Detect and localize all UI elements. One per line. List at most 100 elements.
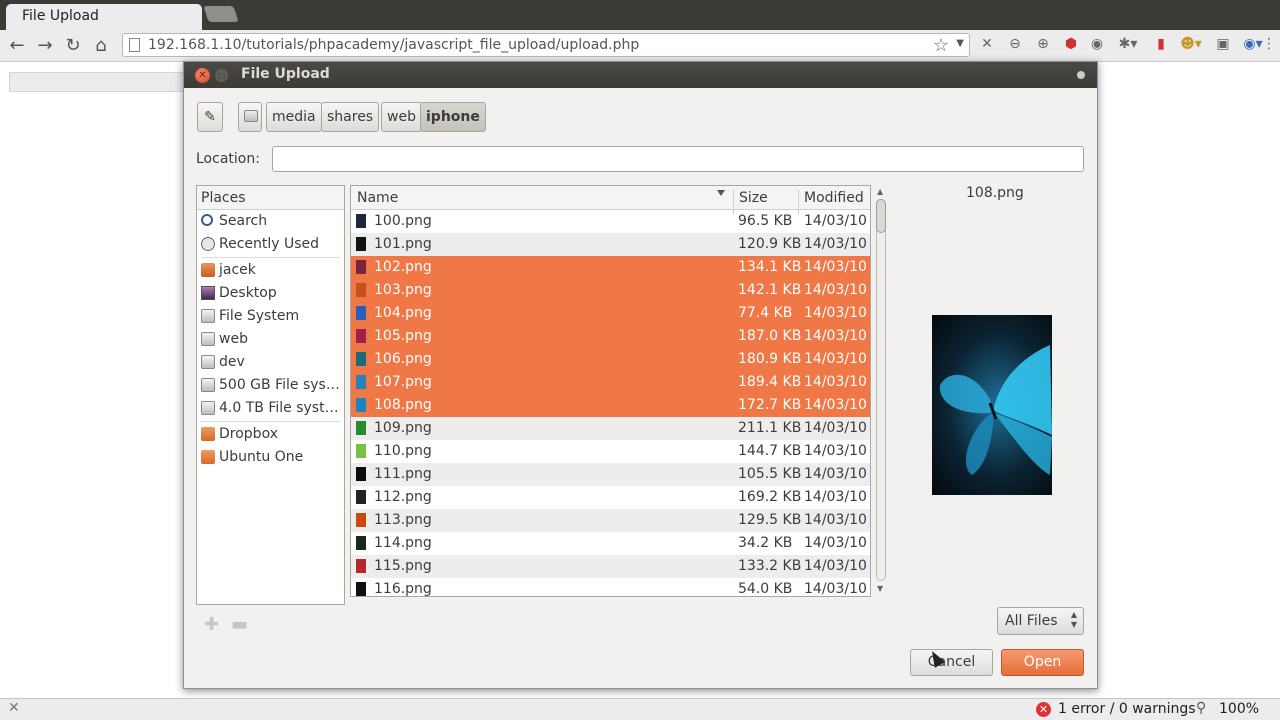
place-web[interactable]: web — [197, 328, 344, 351]
extension-menu-icon[interactable]: ✱▾ — [1114, 35, 1142, 53]
stop-icon[interactable]: ✕ — [978, 35, 996, 53]
location-input[interactable] — [272, 146, 1084, 172]
file-row[interactable]: 106.png 180.9 KB 14/03/10 — [351, 348, 870, 371]
image-preview — [932, 315, 1052, 495]
open-button[interactable]: Open — [1001, 649, 1084, 676]
place-recently-used[interactable]: Recently Used — [197, 233, 344, 256]
file-row[interactable]: 116.png 54.0 KB 14/03/10 — [351, 578, 870, 597]
forward-icon[interactable]: → — [33, 34, 57, 58]
file-modified: 14/03/10 — [804, 259, 867, 275]
file-name: 105.png — [374, 328, 432, 344]
error-count[interactable]: 1 error / 0 warnings — [1058, 701, 1196, 717]
reload-icon[interactable]: ↻ — [61, 34, 85, 58]
scroll-down-icon[interactable]: ▼ — [877, 584, 883, 593]
file-list-scrollbar[interactable]: ▲ ▼ — [874, 185, 888, 598]
file-row[interactable]: 103.png 142.1 KB 14/03/10 — [351, 279, 870, 302]
path-crumb-media[interactable]: media — [266, 102, 322, 132]
file-row[interactable]: 105.png 187.0 KB 14/03/10 — [351, 325, 870, 348]
scroll-track[interactable] — [876, 199, 886, 581]
extension-icon[interactable]: ◉ — [1088, 35, 1106, 53]
drive-icon — [201, 309, 215, 323]
file-row[interactable]: 107.png 189.4 KB 14/03/10 — [351, 371, 870, 394]
file-row[interactable]: 102.png 134.1 KB 14/03/10 — [351, 256, 870, 279]
file-row[interactable]: 114.png 34.2 KB 14/03/10 — [351, 532, 870, 555]
folder-icon — [201, 450, 215, 464]
page-icon — [129, 38, 140, 52]
place-search[interactable]: Search — [197, 210, 344, 233]
browser-tab[interactable]: File Upload — [6, 4, 202, 30]
path-crumb-iphone[interactable]: iphone — [420, 102, 486, 132]
file-row[interactable]: 109.png 211.1 KB 14/03/10 — [351, 417, 870, 440]
remove-bookmark-icon[interactable]: ▬ — [231, 614, 248, 635]
path-crumb-shares[interactable]: shares — [321, 102, 380, 132]
bookmark-star-icon[interactable]: ☆ — [933, 35, 949, 56]
scroll-thumb[interactable] — [876, 199, 886, 233]
error-icon[interactable]: ✕ — [1036, 702, 1051, 717]
close-icon[interactable]: ✕ — [195, 68, 210, 83]
column-size-header[interactable]: Size — [739, 190, 768, 206]
file-modified: 14/03/10 — [804, 236, 867, 252]
edit-location-button[interactable]: ✎ — [197, 102, 223, 132]
menu-icon[interactable]: ⋮ — [1262, 35, 1276, 53]
file-row[interactable]: 113.png 129.5 KB 14/03/10 — [351, 509, 870, 532]
scroll-up-icon[interactable]: ▲ — [877, 187, 883, 196]
places-panel: Places Search Recently Used jacek Deskto… — [196, 185, 345, 605]
search-icon — [201, 214, 213, 226]
file-row[interactable]: 101.png 120.9 KB 14/03/10 — [351, 233, 870, 256]
file-modified: 14/03/10 — [804, 374, 867, 390]
address-bar[interactable]: 192.168.1.10/tutorials/phpacademy/javasc… — [122, 33, 970, 57]
place-dev[interactable]: dev — [197, 351, 344, 374]
file-row[interactable]: 100.png 96.5 KB 14/03/10 — [351, 210, 870, 233]
close-status-icon[interactable]: ✕ — [8, 700, 20, 716]
file-row[interactable]: 111.png 105.5 KB 14/03/10 — [351, 463, 870, 486]
home-folder-icon — [201, 263, 215, 277]
chevron-down-icon[interactable]: ▼ — [956, 38, 964, 49]
maximize-icon[interactable]: □ — [215, 69, 228, 82]
file-row[interactable]: 110.png 144.7 KB 14/03/10 — [351, 440, 870, 463]
file-row[interactable]: 104.png 77.4 KB 14/03/10 — [351, 302, 870, 325]
place-ubuntu-one[interactable]: Ubuntu One — [197, 446, 344, 469]
home-icon[interactable]: ⌂ — [89, 34, 113, 58]
back-icon[interactable]: ← — [5, 34, 29, 58]
folder-icon — [201, 427, 215, 441]
file-size: 144.7 KB — [738, 443, 802, 459]
zoom-icon[interactable]: ⚲ — [1196, 700, 1206, 716]
path-root-button[interactable] — [238, 102, 262, 132]
extension-s-icon[interactable]: ▣ — [1214, 35, 1232, 53]
column-name-header[interactable]: Name — [357, 190, 398, 206]
extension-red-icon[interactable]: ▮ — [1152, 35, 1170, 53]
extension-smiley-icon[interactable]: ☻▾ — [1176, 35, 1206, 53]
file-filter-select[interactable]: All Files ▲ ▼ — [997, 607, 1084, 635]
file-row[interactable]: 115.png 133.2 KB 14/03/10 — [351, 555, 870, 578]
place-4tb[interactable]: 4.0 TB File system — [197, 397, 344, 420]
zoom-in-icon[interactable]: ⊕ — [1034, 35, 1052, 53]
place-home[interactable]: jacek — [197, 259, 344, 282]
file-size: 54.0 KB — [738, 581, 793, 597]
file-rows: 100.png 96.5 KB 14/03/10 101.png 120.9 KB 14/… — [351, 210, 870, 597]
cancel-button[interactable]: Cancel — [910, 649, 993, 676]
adblock-icon[interactable]: ⬢ — [1062, 35, 1080, 53]
zoom-out-icon[interactable]: ⊖ — [1006, 35, 1024, 53]
new-tab-button[interactable] — [203, 6, 239, 22]
column-modified-header[interactable]: Modified — [804, 190, 864, 206]
place-dropbox[interactable]: Dropbox — [197, 423, 344, 446]
file-row[interactable]: 112.png 169.2 KB 14/03/10 — [351, 486, 870, 509]
zoom-level[interactable]: 100% — [1219, 701, 1259, 717]
place-file-system[interactable]: File System — [197, 305, 344, 328]
path-crumb-web[interactable]: web — [381, 102, 422, 132]
place-500gb[interactable]: 500 GB File syst… — [197, 374, 344, 397]
place-label: dev — [219, 354, 245, 370]
drive-icon — [201, 355, 215, 369]
file-size: 34.2 KB — [738, 535, 793, 551]
file-size: 187.0 KB — [738, 328, 802, 344]
image-file-icon — [356, 467, 366, 481]
window-menu-icon[interactable] — [1077, 71, 1085, 79]
file-name: 106.png — [374, 351, 432, 367]
file-size: 180.9 KB — [738, 351, 802, 367]
place-desktop[interactable]: Desktop — [197, 282, 344, 305]
image-file-icon — [356, 352, 366, 366]
file-name: 114.png — [374, 535, 432, 551]
image-file-icon — [356, 490, 366, 504]
file-row[interactable]: 108.png 172.7 KB 14/03/10 — [351, 394, 870, 417]
add-bookmark-icon[interactable]: ✚ — [204, 614, 219, 635]
